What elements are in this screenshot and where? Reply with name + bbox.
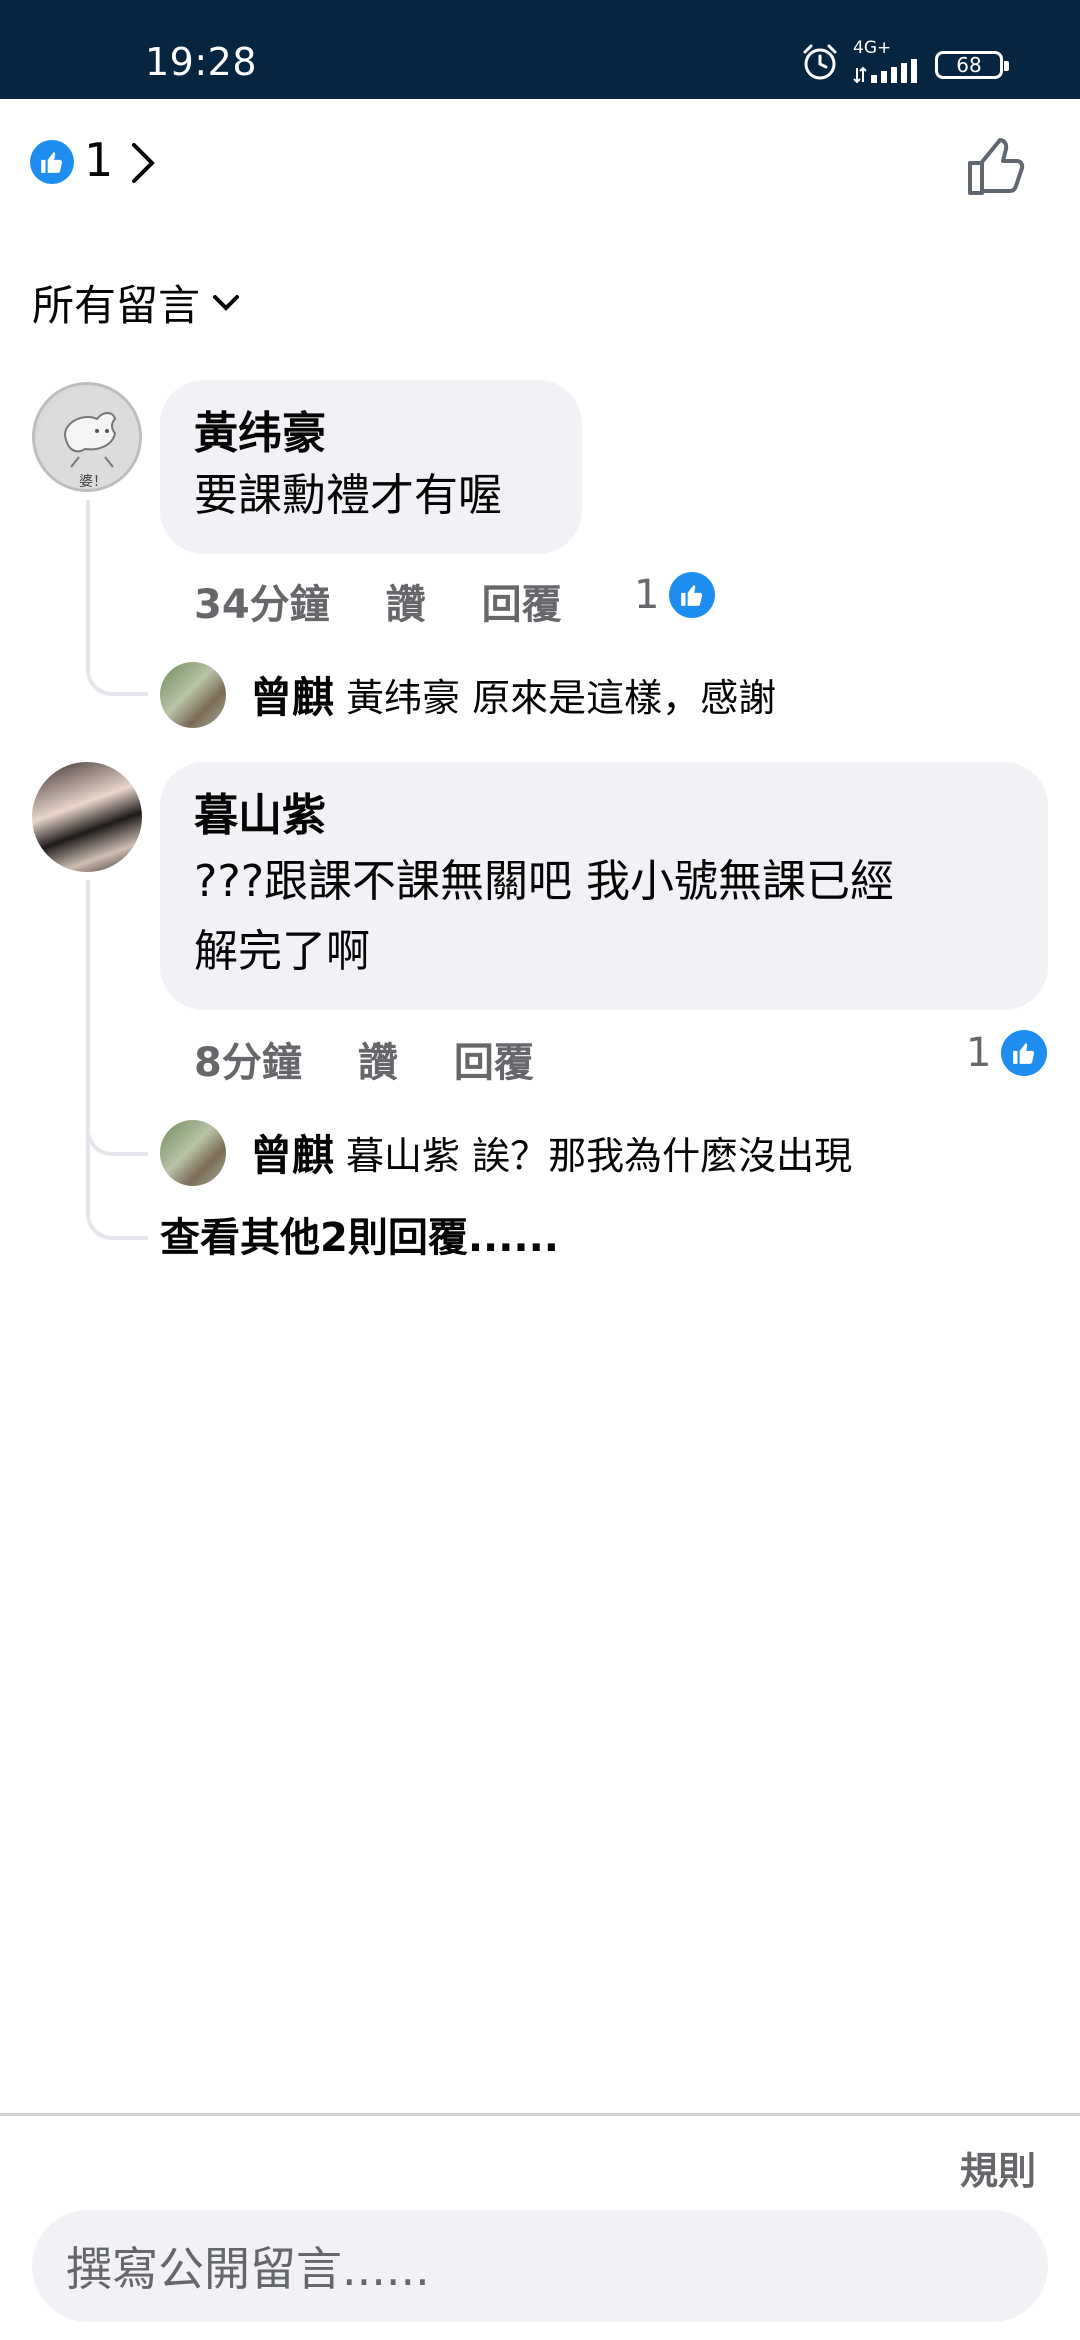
rules-link[interactable]: 規則: [960, 2140, 1036, 2195]
status-time: 19:28: [145, 40, 258, 84]
comment-input-placeholder: 撰寫公開留言......: [66, 2242, 430, 2296]
thread-line: [86, 1130, 148, 1240]
like-icon: [30, 140, 74, 184]
chevron-right-icon[interactable]: [128, 139, 158, 187]
reply-button[interactable]: 回覆: [482, 572, 562, 630]
chevron-down-icon: [213, 294, 240, 311]
reply-item[interactable]: 曾麒 黃纬豪 原來是這樣，感謝: [250, 666, 776, 722]
comment-bubble[interactable]: 黃纬豪 要課勳禮才有喔: [160, 380, 582, 554]
battery-icon: 68: [935, 51, 1009, 79]
comment-reaction-count[interactable]: 1: [966, 1030, 1048, 1076]
comment-text-line-1: ???跟課不課無關吧 我小號無課已經: [194, 856, 895, 907]
comment-actions: 8分鐘 讚 回覆: [194, 1030, 534, 1088]
comment-time[interactable]: 34分鐘: [194, 572, 330, 630]
comment-actions: 34分鐘 讚 回覆: [194, 572, 562, 630]
thread-line: [86, 880, 148, 1156]
like-icon: [1001, 1030, 1048, 1076]
reply-button[interactable]: 回覆: [454, 1030, 534, 1088]
reaction-count[interactable]: 1: [84, 133, 113, 187]
avatar[interactable]: [160, 1120, 226, 1186]
reaction-number: 1: [634, 572, 660, 618]
alarm-icon: [803, 44, 837, 80]
like-button[interactable]: 讚: [386, 572, 426, 630]
comment-author[interactable]: 暮山紫: [194, 788, 1014, 844]
comment-text-line-2: 解完了啊: [194, 926, 370, 977]
like-icon: [669, 572, 716, 618]
comment-bubble[interactable]: 暮山紫 ???跟課不課無關吧 我小號無課已經 解完了啊: [160, 762, 1048, 1010]
network-type: 4G+: [853, 38, 892, 58]
reply-text: 黃纬豪 原來是這樣，感謝: [346, 675, 777, 720]
status-bar: 19:28 4G+ 68: [0, 0, 1080, 99]
reply-item[interactable]: 曾麒 暮山紫 誒？那我為什麼沒出現: [250, 1124, 852, 1180]
avatar-caption: 婆！: [79, 474, 107, 490]
comment-filter[interactable]: 所有留言: [32, 272, 240, 333]
avatar[interactable]: 婆！: [32, 382, 142, 492]
reactions-row[interactable]: 1: [0, 125, 1080, 205]
reply-author[interactable]: 曾麒: [250, 664, 334, 725]
comment-text: 要課勳禮才有喔: [194, 470, 502, 521]
comment-author[interactable]: 黃纬豪: [194, 406, 548, 462]
reaction-number: 1: [966, 1030, 992, 1076]
reply-text: 暮山紫 誒？那我為什麼沒出現: [346, 1133, 853, 1178]
avatar[interactable]: [32, 762, 142, 872]
divider: [0, 2113, 1080, 2116]
signal-icon: 4G+: [853, 38, 923, 84]
comment-input[interactable]: 撰寫公開留言......: [32, 2210, 1048, 2322]
thread-line: [86, 500, 148, 696]
view-more-replies-link[interactable]: 查看其他2則回覆......: [160, 1205, 559, 1263]
like-outline-icon[interactable]: [966, 135, 1026, 197]
reply-author[interactable]: 曾麒: [250, 1122, 334, 1183]
comment-reaction-count[interactable]: 1: [634, 572, 716, 618]
filter-label: 所有留言: [32, 281, 201, 330]
like-button[interactable]: 讚: [358, 1030, 398, 1088]
comment-time[interactable]: 8分鐘: [194, 1030, 302, 1088]
avatar[interactable]: [160, 662, 226, 728]
